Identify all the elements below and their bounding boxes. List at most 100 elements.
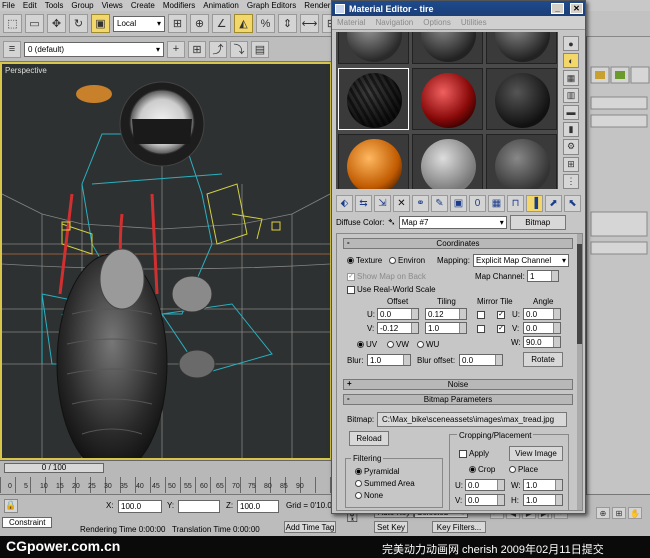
material-editor-titlebar[interactable]: Material Editor - tire _ ✕ [332,1,585,16]
show-end-result-icon[interactable]: ⊓ [507,194,524,212]
crop-radio[interactable]: Crop [469,465,495,474]
scale-icon[interactable]: ▣ [91,14,110,33]
y-coord-field[interactable] [178,500,220,513]
uv-tiling-icon[interactable]: ▥ [563,87,579,103]
snap-icon[interactable]: ∠ [212,14,231,33]
percent-snap-icon[interactable]: % [256,14,275,33]
mapping-select[interactable]: Explicit Map Channel ▾ [473,254,569,267]
menu-material[interactable]: Material [332,18,370,27]
set-key-button[interactable]: Set Key [374,521,408,533]
vw-radio[interactable]: VW [387,340,409,349]
menu-graph-editors[interactable]: Graph Editors [243,1,300,10]
lock-selection-icon[interactable]: 🔒 [4,499,18,513]
reset-map-icon[interactable]: ✕ [393,194,410,212]
rollout-scrollbar[interactable] [577,234,582,510]
blur-spinner[interactable]: 1.0 [367,354,411,366]
make-unique-icon[interactable]: ✎ [431,194,448,212]
go-to-parent-icon[interactable]: ▐ [526,194,543,212]
texture-radio[interactable]: Texture [347,256,382,265]
wu-radio[interactable]: WU [417,340,439,349]
crop-w-spinner[interactable]: 1.0 [523,479,563,491]
z-coord-field[interactable]: 100.0 [237,500,279,513]
sample-slot[interactable] [486,32,557,64]
none-radio[interactable]: None [355,491,383,500]
pyramidal-radio[interactable]: Pyramidal [355,467,400,476]
rotate-button[interactable]: Rotate [523,352,563,367]
blur-offset-spinner[interactable]: 0.0 [459,354,503,366]
x-coord-field[interactable]: 100.0 [118,500,162,513]
scrollbar-thumb[interactable] [577,244,582,344]
menu-edit[interactable]: Edit [19,1,41,10]
uv-radio[interactable]: UV [357,340,377,349]
layer-manager-icon[interactable]: ▤ [251,40,269,58]
w-angle-spinner[interactable]: 90.0 [523,336,561,348]
menu-animation[interactable]: Animation [199,1,243,10]
go-to-sibling-icon[interactable]: ⬉ [564,194,581,212]
assign-to-selection-icon[interactable]: ⇲ [374,194,391,212]
sample-slot[interactable] [338,32,409,64]
put-to-scene-icon[interactable]: ⇆ [355,194,372,212]
put-to-library-icon[interactable]: ▣ [450,194,467,212]
options-icon[interactable]: ⚙ [563,139,579,155]
select-icon[interactable]: ⬚ [3,14,22,33]
timeline[interactable]: 0 / 100 0 5 10 15 20 25 30 35 40 45 50 5… [0,460,332,494]
rotate-icon[interactable]: ↻ [69,14,88,33]
apply-checkbox[interactable]: Apply [459,449,489,458]
menu-utilities[interactable]: Utilities [456,18,492,27]
backlight-icon[interactable]: ◐ [563,53,579,69]
v-offset-spinner[interactable]: -0.12 [377,322,419,334]
add-time-tag-button[interactable]: Add Time Tag [284,521,336,533]
pivot-icon[interactable]: ⊞ [168,14,187,33]
material-editor-window[interactable]: Material Editor - tire _ ✕ Material Navi… [331,0,586,514]
place-radio[interactable]: Place [509,465,538,474]
menu-create[interactable]: Create [127,1,159,10]
zoom-icon[interactable]: ⊕ [596,507,610,519]
zoom-all-icon[interactable]: ⊞ [612,507,626,519]
u-offset-spinner[interactable]: 0.0 [377,308,419,320]
sample-slot[interactable] [486,134,557,189]
make-preview-icon[interactable]: ▮ [563,122,579,138]
sample-slot[interactable] [486,68,557,130]
background-icon[interactable]: ▦ [563,70,579,86]
u-tile-checkbox[interactable]: ✓ [497,310,507,319]
u-mirror-checkbox[interactable] [477,310,487,319]
sample-slot[interactable] [412,134,483,189]
mirror-icon[interactable]: ⟷ [300,14,319,33]
crop-v-spinner[interactable]: 0.0 [465,494,505,506]
menu-group[interactable]: Group [67,1,97,10]
sample-slot-red[interactable] [412,68,483,130]
close-icon[interactable]: ✕ [570,3,583,14]
bitmap-params-rollout-header[interactable]: - Bitmap Parameters [343,394,573,405]
video-check-icon[interactable]: ▬ [563,104,579,121]
move-icon[interactable]: ✥ [47,14,66,33]
pan-icon[interactable]: ✋ [628,507,642,519]
crop-u-spinner[interactable]: 0.0 [465,479,505,491]
get-material-icon[interactable]: ⬖ [336,194,353,212]
reference-coord-select[interactable]: Local ▾ [113,15,165,32]
new-layer-icon[interactable]: + [167,40,185,58]
menu-views[interactable]: Views [98,1,127,10]
sample-slot-tire[interactable] [338,68,409,130]
map-type-button[interactable]: Bitmap [509,215,566,230]
select-link-icon[interactable]: ⊕ [190,14,209,33]
menu-navigation[interactable]: Navigation [370,18,418,27]
show-map-in-viewport-icon[interactable]: ▦ [488,194,505,212]
sample-type-icon[interactable]: ● [563,36,579,52]
select-in-layer-icon[interactable]: ⤴ [209,40,227,58]
real-world-scale-checkbox[interactable]: Use Real-World Scale [347,285,436,294]
copy-material-icon[interactable]: ⚭ [412,194,429,212]
spinner-snap-icon[interactable]: ⇕ [278,14,297,33]
crop-h-spinner[interactable]: 1.0 [523,494,563,506]
material-map-navigator-icon[interactable]: ⋮ [563,173,579,189]
add-to-layer-icon[interactable]: ⊞ [188,40,206,58]
menu-options[interactable]: Options [418,18,456,27]
command-panel[interactable] [586,37,650,542]
pick-material-icon[interactable]: ➴ [387,217,395,228]
perspective-viewport[interactable]: Perspective [0,62,332,460]
map-name-field[interactable]: Map #7 ▾ [398,216,507,229]
environ-radio[interactable]: Environ [389,256,425,265]
angle-snap-icon[interactable]: ◭ [234,14,253,33]
bitmap-path-button[interactable]: C:\Max_bike\sceneassets\images\max_tread… [377,412,567,427]
select-region-icon[interactable]: ▭ [25,14,44,33]
time-slider[interactable]: 0 / 100 [4,463,104,473]
